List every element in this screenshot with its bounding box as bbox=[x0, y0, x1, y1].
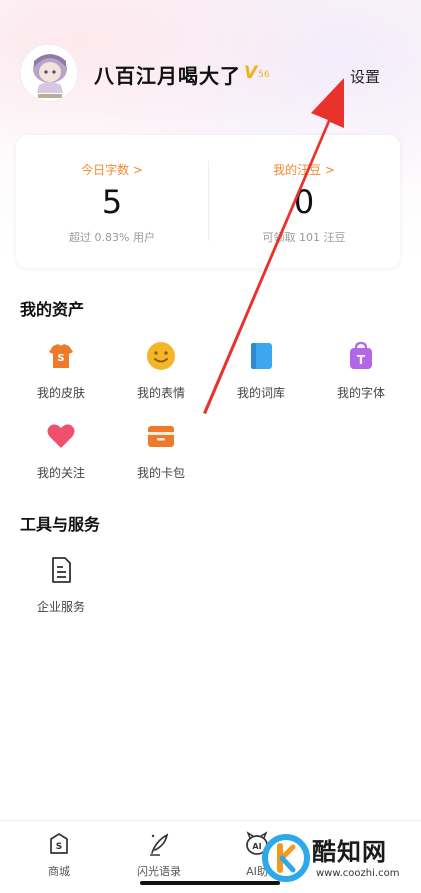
asset-item-label: 我的皮肤 bbox=[36, 386, 85, 400]
svg-text:S: S bbox=[57, 353, 64, 364]
beans-stat[interactable]: 我的汪豆 > 0 可领取 101 汪豆 bbox=[208, 135, 400, 268]
today-words-label[interactable]: 今日字数 > bbox=[16, 161, 208, 178]
font-icon: T bbox=[345, 340, 377, 372]
asset-item-label: 我的词库 bbox=[236, 386, 285, 400]
profile-page: 八百江月喝大了 V 56 设置 今日字数 > 5 超过 0.83% 用户 我的汪… bbox=[0, 0, 421, 893]
today-words-value: 5 bbox=[101, 183, 123, 221]
asset-item-label: 我的关注 bbox=[36, 466, 85, 480]
beans-value: 0 bbox=[293, 183, 315, 221]
asset-item-label: 我的卡包 bbox=[136, 466, 185, 480]
stats-card: 今日字数 > 5 超过 0.83% 用户 我的汪豆 > 0 可领取 101 汪豆 bbox=[16, 135, 400, 268]
nav-item-store[interactable]: S 商城 bbox=[14, 831, 104, 879]
watermark-logo-icon bbox=[262, 834, 310, 882]
quill-icon bbox=[146, 831, 172, 857]
document-icon bbox=[45, 554, 77, 586]
asset-item-skin[interactable]: S 我的皮肤 bbox=[16, 340, 106, 401]
home-indicator bbox=[140, 881, 280, 885]
settings-link[interactable]: 设置 bbox=[350, 66, 380, 87]
beans-label[interactable]: 我的汪豆 > bbox=[208, 161, 400, 178]
tool-item-label: 企业服务 bbox=[36, 600, 85, 614]
store-icon: S bbox=[46, 831, 72, 857]
svg-text:AI: AI bbox=[252, 842, 261, 851]
asset-item-label: 我的字体 bbox=[336, 386, 385, 400]
heart-icon bbox=[45, 420, 77, 452]
svg-text:T: T bbox=[357, 353, 366, 367]
today-words-sub: 超过 0.83% 用户 bbox=[69, 231, 155, 244]
beans-sub: 可领取 101 汪豆 bbox=[262, 231, 346, 244]
nav-item-quotes[interactable]: 闪光语录 bbox=[114, 831, 204, 879]
tools-section-title: 工具与服务 bbox=[20, 515, 101, 534]
today-words-stat[interactable]: 今日字数 > 5 超过 0.83% 用户 bbox=[16, 135, 208, 268]
asset-item-lexicon[interactable]: 我的词库 bbox=[216, 340, 306, 401]
svg-text:S: S bbox=[56, 842, 62, 852]
asset-item-card-wallet[interactable]: 我的卡包 bbox=[116, 420, 206, 481]
assets-section-title: 我的资产 bbox=[20, 300, 85, 319]
avatar-image bbox=[21, 45, 77, 101]
avatar[interactable] bbox=[20, 44, 78, 102]
watermark-brand: 酷知网 bbox=[312, 838, 387, 866]
username: 八百江月喝大了 bbox=[94, 64, 241, 88]
asset-item-follow[interactable]: 我的关注 bbox=[16, 420, 106, 481]
skin-icon: S bbox=[45, 340, 77, 372]
watermark-url: www.coozhi.com bbox=[316, 868, 400, 879]
card-wallet-icon bbox=[145, 420, 177, 452]
asset-item-label: 我的表情 bbox=[136, 386, 185, 400]
nav-item-label: 闪光语录 bbox=[137, 865, 181, 878]
vip-badge[interactable]: V 56 bbox=[244, 63, 270, 83]
vip-level: V bbox=[244, 63, 258, 83]
asset-item-emoji[interactable]: 我的表情 bbox=[116, 340, 206, 401]
nav-item-label: 商城 bbox=[48, 865, 70, 878]
asset-item-font[interactable]: T 我的字体 bbox=[316, 340, 406, 401]
lexicon-icon bbox=[245, 340, 277, 372]
tool-item-enterprise[interactable]: 企业服务 bbox=[16, 554, 106, 615]
watermark: 酷知网 www.coozhi.com bbox=[262, 828, 420, 890]
vip-sub: 56 bbox=[258, 70, 270, 80]
emoji-icon bbox=[145, 340, 177, 372]
